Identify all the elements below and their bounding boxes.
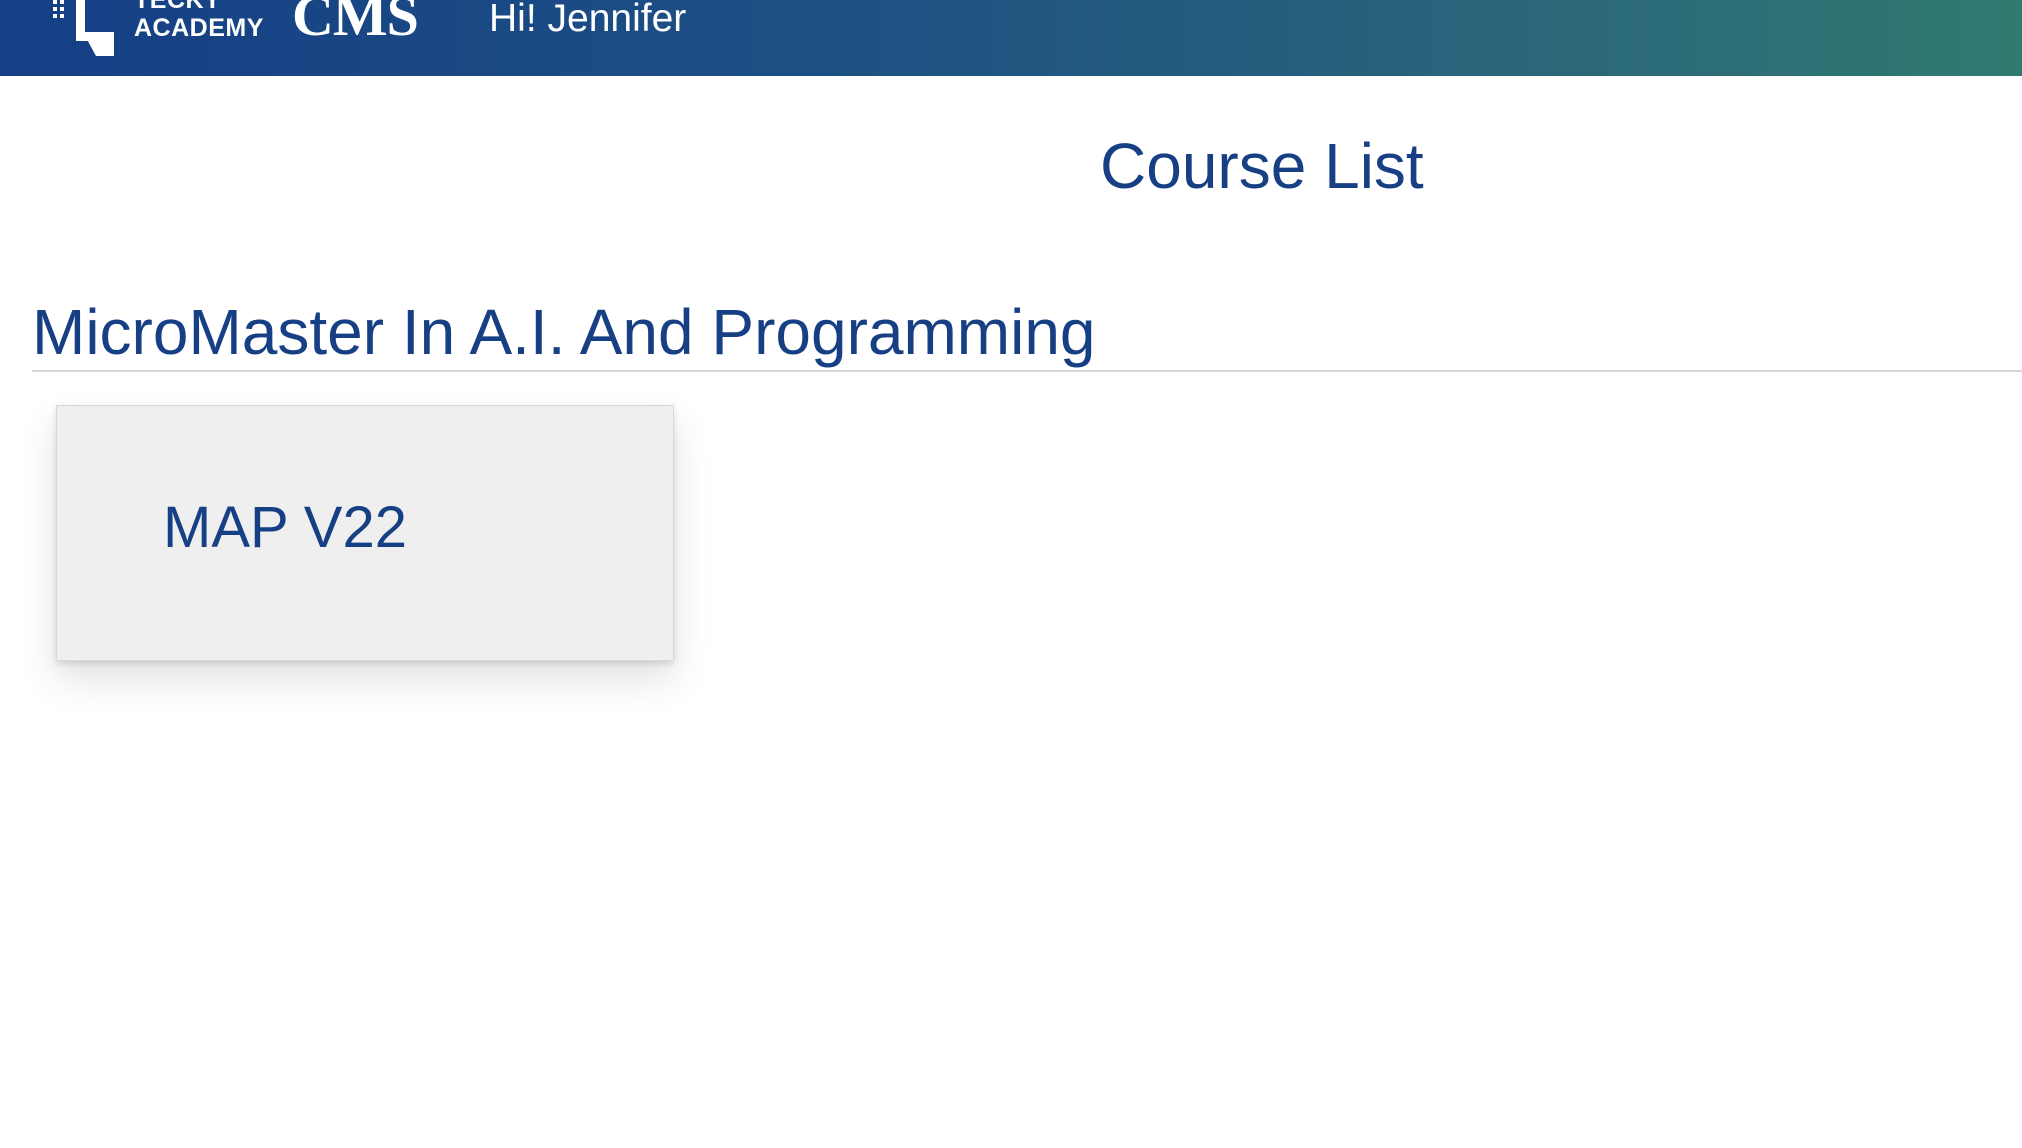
page-title: Course List [1100,130,1424,202]
course-card-title: MAP V22 [163,495,407,560]
user-greeting: Hi! Jennifer [489,0,687,40]
tecky-academy-logo-icon [53,0,114,56]
program-section-title: MicroMaster In A.I. And Programming [32,296,1096,368]
section-divider [32,370,2022,372]
cms-wordmark: CMS [292,0,419,48]
tecky-academy-wordmark: TECKY ACADEMY [134,0,264,42]
logo-line-tecky: TECKY [134,0,222,14]
top-navigation-bar: TECKY ACADEMY CMS Hi! Jennifer [0,0,2022,76]
course-card-map-v22[interactable]: MAP V22 [56,405,674,661]
logo-line-academy: ACADEMY [134,14,264,42]
tecky-academy-cms-logo[interactable]: TECKY ACADEMY CMS [50,0,450,56]
